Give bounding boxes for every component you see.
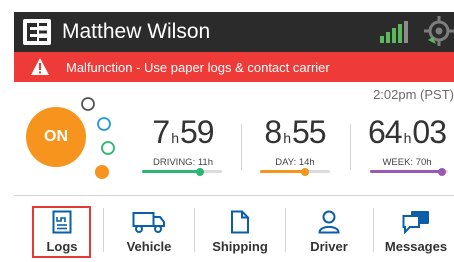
nav-label-logs: Logs — [46, 239, 78, 254]
app-header: Matthew Wilson — [14, 12, 454, 52]
current-time: 2:02pm (PST) — [373, 87, 454, 102]
driving-minutes: 59 — [180, 114, 215, 150]
nav-item-driver[interactable]: Driver — [286, 196, 372, 262]
driving-hours-unit: h — [171, 130, 179, 146]
day-minutes: 55 — [292, 114, 327, 150]
week-hours-unit: h — [403, 130, 412, 146]
cell-signal-icon — [380, 21, 408, 43]
logs-icon — [52, 210, 72, 234]
day-progress-knob — [301, 167, 309, 176]
duty-status-button[interactable]: ON — [26, 107, 86, 167]
day-hours-unit: h — [283, 130, 291, 146]
driving-progress-fill — [142, 170, 200, 173]
chat-icon — [402, 211, 429, 234]
truck-icon — [132, 212, 165, 233]
driving-timer: 7 h59 DRIVING: 11h — [138, 115, 228, 168]
nav-item-logs[interactable]: Logs — [34, 196, 90, 262]
week-hours: 64 — [368, 114, 403, 150]
nav-item-vehicle[interactable]: Vehicle — [106, 196, 192, 262]
day-hours: 8 — [264, 114, 282, 150]
gps-locate-icon[interactable] — [422, 14, 454, 48]
day-progress-fill — [260, 170, 305, 173]
week-progress-knob — [438, 167, 446, 176]
day-timer: 8 h55 DAY: 14h — [250, 115, 340, 168]
week-progress-track — [370, 167, 448, 176]
warning-icon — [31, 58, 49, 75]
day-limit-label: DAY: 14h — [275, 157, 315, 168]
nav-label-shipping: Shipping — [212, 239, 268, 254]
eld-app: Matthew Wilson Malfunction - Use paper l… — [14, 12, 454, 262]
timer-divider-1 — [241, 124, 242, 170]
driving-progress-knob — [196, 167, 204, 176]
week-limit-label: WEEK: 70h — [382, 157, 432, 168]
day-progress-track — [260, 167, 330, 176]
week-minutes: 03 — [412, 114, 447, 150]
user-icon — [318, 210, 340, 234]
malfunction-alert[interactable]: Malfunction - Use paper logs & contact c… — [14, 52, 454, 82]
nav-separator — [103, 208, 104, 252]
alert-message: Malfunction - Use paper logs & contact c… — [66, 60, 330, 75]
nav-label-vehicle: Vehicle — [126, 239, 172, 254]
driving-progress-track — [142, 167, 222, 176]
nav-separator — [373, 208, 374, 252]
nav-item-shipping[interactable]: Shipping — [195, 196, 285, 262]
document-icon — [231, 210, 249, 234]
timer-divider-2 — [350, 124, 351, 170]
driving-hours: 7 — [152, 114, 170, 150]
nav-label-driver: Driver — [310, 239, 348, 254]
nav-label-messages: Messages — [384, 239, 448, 254]
bottom-nav: Logs Vehicle Shipping Driver Messages — [14, 196, 454, 262]
nav-item-messages[interactable]: Messages — [378, 196, 454, 262]
eld-logo-icon — [23, 19, 51, 45]
driving-limit-label: DRIVING: 11h — [152, 157, 213, 168]
week-timer: 64 h03 WEEK: 70h — [360, 115, 454, 168]
week-progress-fill — [370, 170, 442, 173]
driver-name[interactable]: Matthew Wilson — [62, 20, 210, 44]
